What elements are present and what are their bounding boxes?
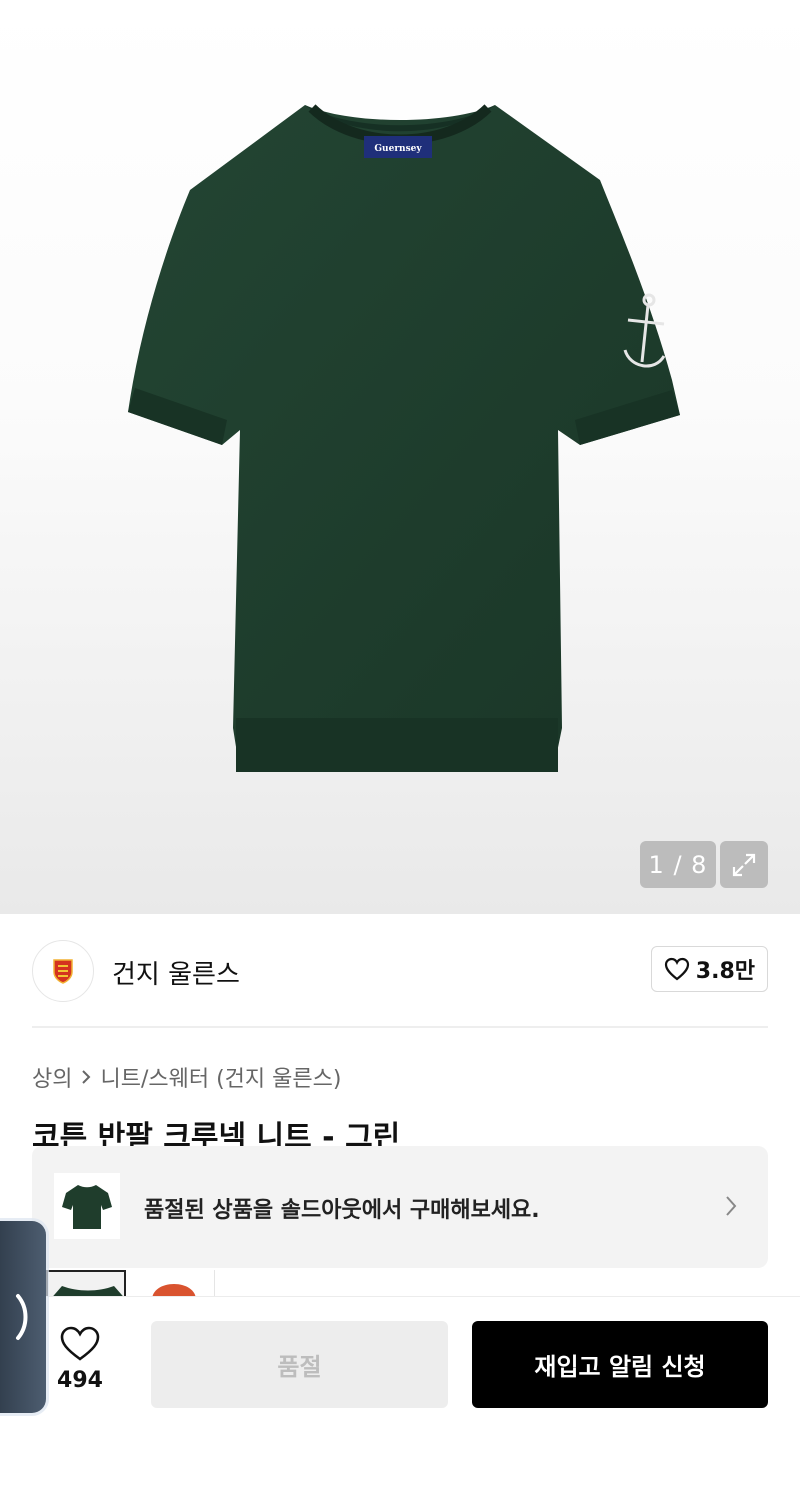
side-panel-toggle[interactable]	[0, 1221, 46, 1413]
product-image-gallery[interactable]: Guernsey 1 / 8	[0, 0, 800, 914]
soldout-banner-text: 품절된 상품을 솔드아웃에서 구매해보세요.	[144, 1198, 540, 1223]
expand-icon	[732, 853, 756, 876]
brand-like-button[interactable]: 3.8만	[650, 946, 768, 992]
crest-icon	[53, 959, 73, 984]
expand-button[interactable]	[720, 841, 768, 888]
chevron-right-icon	[16, 1294, 28, 1340]
image-counter: 1 / 8	[640, 841, 716, 888]
soldout-thumbnail	[54, 1173, 120, 1239]
like-count: 494	[57, 1368, 103, 1393]
brand-name[interactable]: 건지 울른스	[112, 954, 240, 991]
breadcrumb-item-category[interactable]: 상의	[32, 1061, 72, 1093]
svg-text:Guernsey: Guernsey	[374, 144, 422, 154]
breadcrumb-item-subcategory[interactable]: 니트/스웨터 (건지 울른스)	[100, 1061, 341, 1093]
soldout-button: 품절	[151, 1321, 448, 1408]
brand-like-count: 3.8만	[695, 959, 755, 984]
heart-icon	[664, 957, 689, 981]
soldout-banner[interactable]: 품절된 상품을 솔드아웃에서 구매해보세요.	[32, 1146, 768, 1268]
divider	[32, 1026, 768, 1028]
brand-logo[interactable]	[32, 940, 94, 1002]
restock-alert-button[interactable]: 재입고 알림 신청	[472, 1321, 768, 1408]
product-image: Guernsey	[128, 104, 680, 772]
product-title: 코튼 반팔 크루넥 니트 - 그린	[32, 1120, 401, 1146]
brand-row: 건지 울른스 3.8만	[32, 938, 768, 1002]
chevron-right-icon	[82, 1070, 91, 1084]
heart-icon	[60, 1326, 100, 1361]
chevron-right-icon	[726, 1196, 737, 1216]
breadcrumb: 상의 니트/스웨터 (건지 울른스)	[32, 1061, 341, 1093]
like-button[interactable]: 494	[52, 1326, 108, 1402]
